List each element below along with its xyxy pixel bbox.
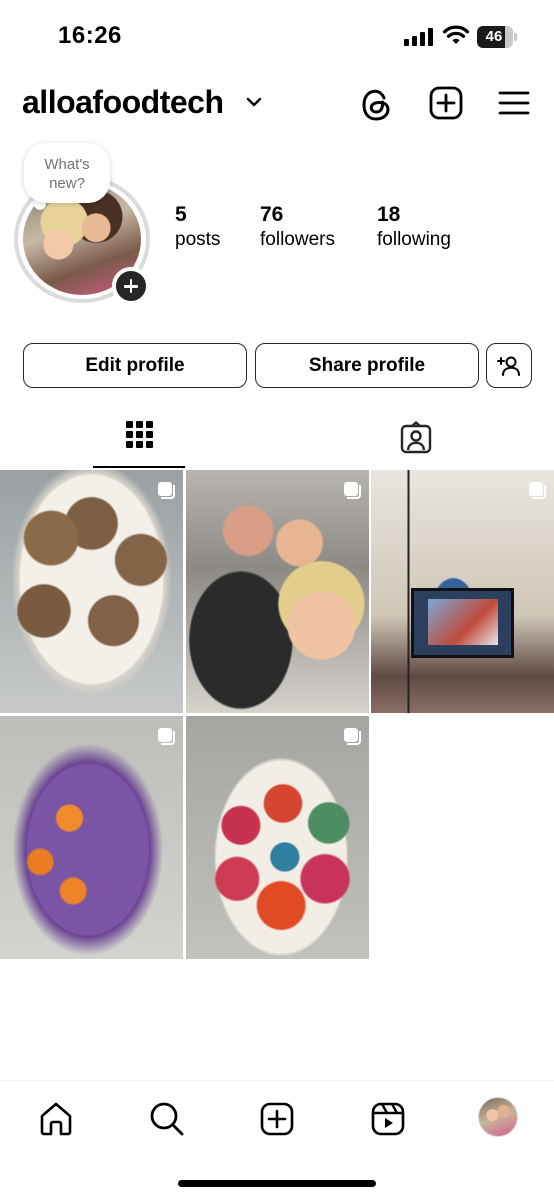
chevron-down-icon[interactable]: [246, 96, 262, 108]
search-icon[interactable]: [147, 1099, 187, 1139]
carousel-icon: [529, 482, 546, 499]
following-count: 18: [377, 203, 401, 226]
tab-tagged[interactable]: [370, 408, 462, 468]
home-indicator: [178, 1180, 376, 1187]
tab-posts-grid[interactable]: [93, 408, 185, 468]
status-bar: 16:26 46: [0, 0, 554, 74]
threads-icon[interactable]: [359, 86, 395, 124]
profile-tabs: [0, 408, 554, 468]
add-person-icon: [497, 356, 520, 376]
note-bubble[interactable]: What's new?: [24, 143, 110, 203]
followers-stat[interactable]: 76 followers: [260, 202, 335, 252]
tagged-icon: [400, 421, 432, 454]
post-group-selfie[interactable]: [186, 470, 369, 713]
profile-tab-avatar[interactable]: [478, 1097, 518, 1137]
post-decorated-cupcakes[interactable]: [186, 716, 369, 959]
note-placeholder: What's new?: [44, 156, 90, 192]
battery-icon: 46: [477, 26, 517, 48]
followers-count: 76: [260, 203, 284, 226]
following-label: following: [377, 229, 451, 250]
account-switcher[interactable]: alloafoodtech: [22, 84, 224, 121]
edit-profile-button[interactable]: Edit profile: [23, 343, 247, 388]
following-stat[interactable]: 18 following: [377, 202, 451, 252]
followers-label: followers: [260, 229, 335, 250]
post-halloween-cake[interactable]: [0, 716, 183, 959]
create-post-icon[interactable]: [428, 85, 464, 121]
cellular-signal-icon: [404, 28, 434, 46]
share-profile-button[interactable]: Share profile: [255, 343, 479, 388]
discover-people-button[interactable]: [486, 343, 532, 388]
presentation-screen: [411, 588, 514, 658]
posts-stat[interactable]: 5 posts: [175, 202, 220, 252]
carousel-icon: [158, 482, 175, 499]
home-icon[interactable]: [36, 1099, 76, 1139]
menu-icon[interactable]: [498, 90, 530, 116]
carousel-icon: [344, 482, 361, 499]
profile-header: alloafoodtech: [0, 78, 554, 134]
status-time: 16:26: [58, 22, 122, 49]
grid-icon: [126, 421, 153, 448]
posts-label: posts: [175, 229, 221, 250]
wifi-icon: [442, 25, 470, 44]
post-cupcakes-on-plate[interactable]: [0, 470, 183, 713]
reels-icon[interactable]: [368, 1099, 408, 1139]
carousel-icon: [158, 728, 175, 745]
post-classroom-screen[interactable]: [371, 470, 554, 713]
posts-count: 5: [175, 203, 187, 226]
create-icon[interactable]: [257, 1099, 297, 1139]
battery-level: 46: [485, 28, 503, 45]
add-story-icon[interactable]: [112, 267, 150, 305]
carousel-icon: [344, 728, 361, 745]
